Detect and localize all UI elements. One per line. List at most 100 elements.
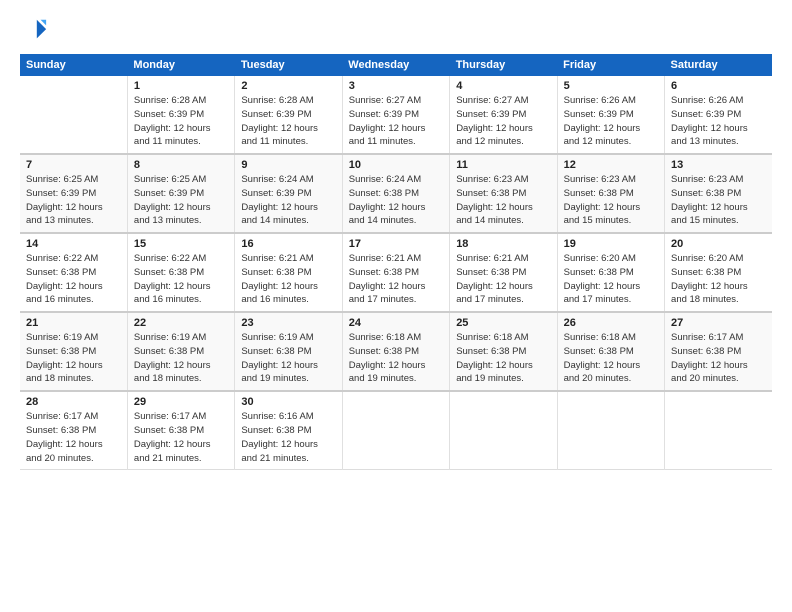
day-detail: Sunrise: 6:17 AMSunset: 6:38 PMDaylight:…	[671, 331, 766, 386]
day-detail: Sunrise: 6:24 AMSunset: 6:39 PMDaylight:…	[241, 173, 335, 228]
calendar-cell: 7 Sunrise: 6:25 AMSunset: 6:39 PMDaylight…	[20, 154, 127, 233]
day-number: 12	[564, 159, 658, 171]
day-detail: Sunrise: 6:25 AMSunset: 6:39 PMDaylight:…	[134, 173, 228, 228]
day-detail: Sunrise: 6:17 AMSunset: 6:38 PMDaylight:…	[134, 410, 228, 465]
day-number: 28	[26, 396, 121, 408]
day-detail: Sunrise: 6:19 AMSunset: 6:38 PMDaylight:…	[26, 331, 121, 386]
calendar-cell: 27 Sunrise: 6:17 AMSunset: 6:38 PMDayligh…	[665, 312, 772, 391]
calendar-cell: 23 Sunrise: 6:19 AMSunset: 6:38 PMDayligh…	[235, 312, 342, 391]
day-detail: Sunrise: 6:18 AMSunset: 6:38 PMDaylight:…	[456, 331, 550, 386]
calendar-cell: 10 Sunrise: 6:24 AMSunset: 6:38 PMDayligh…	[342, 154, 449, 233]
calendar-cell: 25 Sunrise: 6:18 AMSunset: 6:38 PMDayligh…	[450, 312, 557, 391]
day-number: 21	[26, 317, 121, 329]
day-number: 14	[26, 238, 121, 250]
week-row-5: 28 Sunrise: 6:17 AMSunset: 6:38 PMDayligh…	[20, 391, 772, 470]
day-detail: Sunrise: 6:19 AMSunset: 6:38 PMDaylight:…	[241, 331, 335, 386]
week-row-4: 21 Sunrise: 6:19 AMSunset: 6:38 PMDayligh…	[20, 312, 772, 391]
day-detail: Sunrise: 6:18 AMSunset: 6:38 PMDaylight:…	[349, 331, 443, 386]
day-number: 24	[349, 317, 443, 329]
col-header-thursday: Thursday	[450, 54, 557, 76]
day-number: 18	[456, 238, 550, 250]
calendar-cell: 11 Sunrise: 6:23 AMSunset: 6:38 PMDayligh…	[450, 154, 557, 233]
calendar-cell	[342, 391, 449, 470]
calendar-cell: 3Sunrise: 6:27 AMSunset: 6:39 PMDaylight…	[342, 76, 449, 154]
day-number: 6	[671, 80, 766, 92]
day-number: 29	[134, 396, 228, 408]
calendar-cell: 17Sunrise: 6:21 AMSunset: 6:38 PMDayligh…	[342, 233, 449, 312]
day-detail: Sunrise: 6:26 AMSunset: 6:39 PMDaylight:…	[564, 94, 658, 149]
page: SundayMondayTuesdayWednesdayThursdayFrid…	[0, 0, 792, 612]
calendar-cell: 19 Sunrise: 6:20 AMSunset: 6:38 PMDayligh…	[557, 233, 664, 312]
day-number: 4	[456, 80, 550, 92]
day-detail: Sunrise: 6:18 AMSunset: 6:38 PMDaylight:…	[564, 331, 658, 386]
day-detail: Sunrise: 6:23 AMSunset: 6:38 PMDaylight:…	[671, 173, 766, 228]
day-detail: Sunrise: 6:23 AMSunset: 6:38 PMDaylight:…	[564, 173, 658, 228]
day-number: 26	[564, 317, 658, 329]
day-number: 2	[241, 80, 335, 92]
day-number: 8	[134, 159, 228, 171]
calendar-cell: 13 Sunrise: 6:23 AMSunset: 6:38 PMDayligh…	[665, 154, 772, 233]
calendar-cell: 24 Sunrise: 6:18 AMSunset: 6:38 PMDayligh…	[342, 312, 449, 391]
header	[20, 16, 772, 44]
day-number: 20	[671, 238, 766, 250]
week-row-3: 14 Sunrise: 6:22 AMSunset: 6:38 PMDayligh…	[20, 233, 772, 312]
day-number: 10	[349, 159, 443, 171]
day-number: 16	[241, 238, 335, 250]
day-number: 7	[26, 159, 121, 171]
calendar-cell: 4 Sunrise: 6:27 AMSunset: 6:39 PMDaylight…	[450, 76, 557, 154]
day-number: 3	[349, 80, 443, 92]
calendar-cell: 14 Sunrise: 6:22 AMSunset: 6:38 PMDayligh…	[20, 233, 127, 312]
day-detail: Sunrise: 6:17 AMSunset: 6:38 PMDaylight:…	[26, 410, 121, 465]
calendar-cell	[557, 391, 664, 470]
day-number: 1	[134, 80, 228, 92]
day-number: 13	[671, 159, 766, 171]
calendar-cell: 16Sunrise: 6:21 AMSunset: 6:38 PMDayligh…	[235, 233, 342, 312]
day-detail: Sunrise: 6:21 AMSunset: 6:38 PMDaylight:…	[456, 252, 550, 307]
week-row-2: 7 Sunrise: 6:25 AMSunset: 6:39 PMDaylight…	[20, 154, 772, 233]
day-detail: Sunrise: 6:22 AMSunset: 6:38 PMDaylight:…	[134, 252, 228, 307]
calendar-cell: 2 Sunrise: 6:28 AMSunset: 6:39 PMDaylight…	[235, 76, 342, 154]
calendar-cell: 21 Sunrise: 6:19 AMSunset: 6:38 PMDayligh…	[20, 312, 127, 391]
calendar-cell: 22Sunrise: 6:19 AMSunset: 6:38 PMDayligh…	[127, 312, 234, 391]
day-number: 11	[456, 159, 550, 171]
day-number: 23	[241, 317, 335, 329]
day-number: 22	[134, 317, 228, 329]
day-detail: Sunrise: 6:22 AMSunset: 6:38 PMDaylight:…	[26, 252, 121, 307]
day-number: 9	[241, 159, 335, 171]
day-detail: Sunrise: 6:28 AMSunset: 6:39 PMDaylight:…	[241, 94, 335, 149]
col-header-friday: Friday	[557, 54, 664, 76]
day-number: 30	[241, 396, 335, 408]
calendar-cell: 20 Sunrise: 6:20 AMSunset: 6:38 PMDayligh…	[665, 233, 772, 312]
col-header-tuesday: Tuesday	[235, 54, 342, 76]
day-detail: Sunrise: 6:16 AMSunset: 6:38 PMDaylight:…	[241, 410, 335, 465]
calendar-cell: 30 Sunrise: 6:16 AMSunset: 6:38 PMDayligh…	[235, 391, 342, 470]
day-detail: Sunrise: 6:24 AMSunset: 6:38 PMDaylight:…	[349, 173, 443, 228]
calendar-cell: 8 Sunrise: 6:25 AMSunset: 6:39 PMDaylight…	[127, 154, 234, 233]
day-detail: Sunrise: 6:25 AMSunset: 6:39 PMDaylight:…	[26, 173, 121, 228]
col-header-saturday: Saturday	[665, 54, 772, 76]
day-number: 27	[671, 317, 766, 329]
col-header-monday: Monday	[127, 54, 234, 76]
calendar-cell: 12 Sunrise: 6:23 AMSunset: 6:38 PMDayligh…	[557, 154, 664, 233]
logo	[20, 16, 52, 44]
day-detail: Sunrise: 6:27 AMSunset: 6:39 PMDaylight:…	[456, 94, 550, 149]
calendar-cell: 18 Sunrise: 6:21 AMSunset: 6:38 PMDayligh…	[450, 233, 557, 312]
day-detail: Sunrise: 6:20 AMSunset: 6:38 PMDaylight:…	[564, 252, 658, 307]
day-detail: Sunrise: 6:28 AMSunset: 6:39 PMDaylight:…	[134, 94, 228, 149]
day-number: 5	[564, 80, 658, 92]
day-detail: Sunrise: 6:21 AMSunset: 6:38 PMDaylight:…	[349, 252, 443, 307]
day-detail: Sunrise: 6:20 AMSunset: 6:38 PMDaylight:…	[671, 252, 766, 307]
day-detail: Sunrise: 6:23 AMSunset: 6:38 PMDaylight:…	[456, 173, 550, 228]
day-number: 19	[564, 238, 658, 250]
header-row: SundayMondayTuesdayWednesdayThursdayFrid…	[20, 54, 772, 76]
day-number: 25	[456, 317, 550, 329]
calendar-cell	[665, 391, 772, 470]
week-row-1: 1 Sunrise: 6:28 AMSunset: 6:39 PMDaylight…	[20, 76, 772, 154]
calendar-cell: 5 Sunrise: 6:26 AMSunset: 6:39 PMDaylight…	[557, 76, 664, 154]
calendar-cell: 28 Sunrise: 6:17 AMSunset: 6:38 PMDayligh…	[20, 391, 127, 470]
col-header-sunday: Sunday	[20, 54, 127, 76]
logo-icon	[20, 16, 48, 44]
day-number: 15	[134, 238, 228, 250]
calendar-cell: 29 Sunrise: 6:17 AMSunset: 6:38 PMDayligh…	[127, 391, 234, 470]
day-detail: Sunrise: 6:26 AMSunset: 6:39 PMDaylight:…	[671, 94, 766, 149]
